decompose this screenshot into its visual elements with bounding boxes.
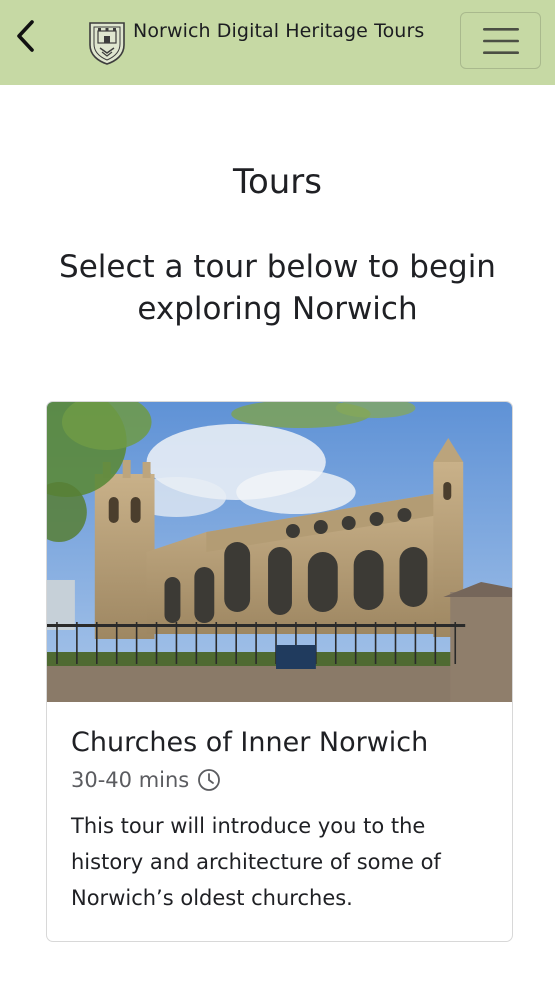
- tour-duration-text: 30-40 mins: [71, 768, 190, 792]
- tour-card-body: Churches of Inner Norwich 30-40 mins Thi…: [71, 727, 494, 916]
- church-photo[interactable]: [47, 402, 512, 702]
- hamburger-menu-icon: [482, 27, 519, 54]
- back-button[interactable]: [10, 16, 40, 56]
- tour-description: This tour will introduce you to the hist…: [71, 814, 441, 910]
- top-bar: Norwich Digital Heritage Tours: [0, 0, 555, 85]
- tour-duration: 30-40 mins: [71, 768, 494, 792]
- page-subtitle: Select a tour below to begin exploring N…: [59, 249, 496, 327]
- page-title: Tours: [232, 162, 323, 202]
- clock-icon: [198, 769, 221, 791]
- norwich-crest-icon[interactable]: [87, 19, 127, 66]
- chevron-left-icon: [17, 20, 34, 52]
- site-title[interactable]: Norwich Digital Heritage Tours: [133, 20, 424, 42]
- tour-title[interactable]: Churches of Inner Norwich: [71, 727, 494, 758]
- menu-button[interactable]: [460, 12, 541, 69]
- tour-card[interactable]: Churches of Inner Norwich 30-40 mins Thi…: [46, 401, 513, 942]
